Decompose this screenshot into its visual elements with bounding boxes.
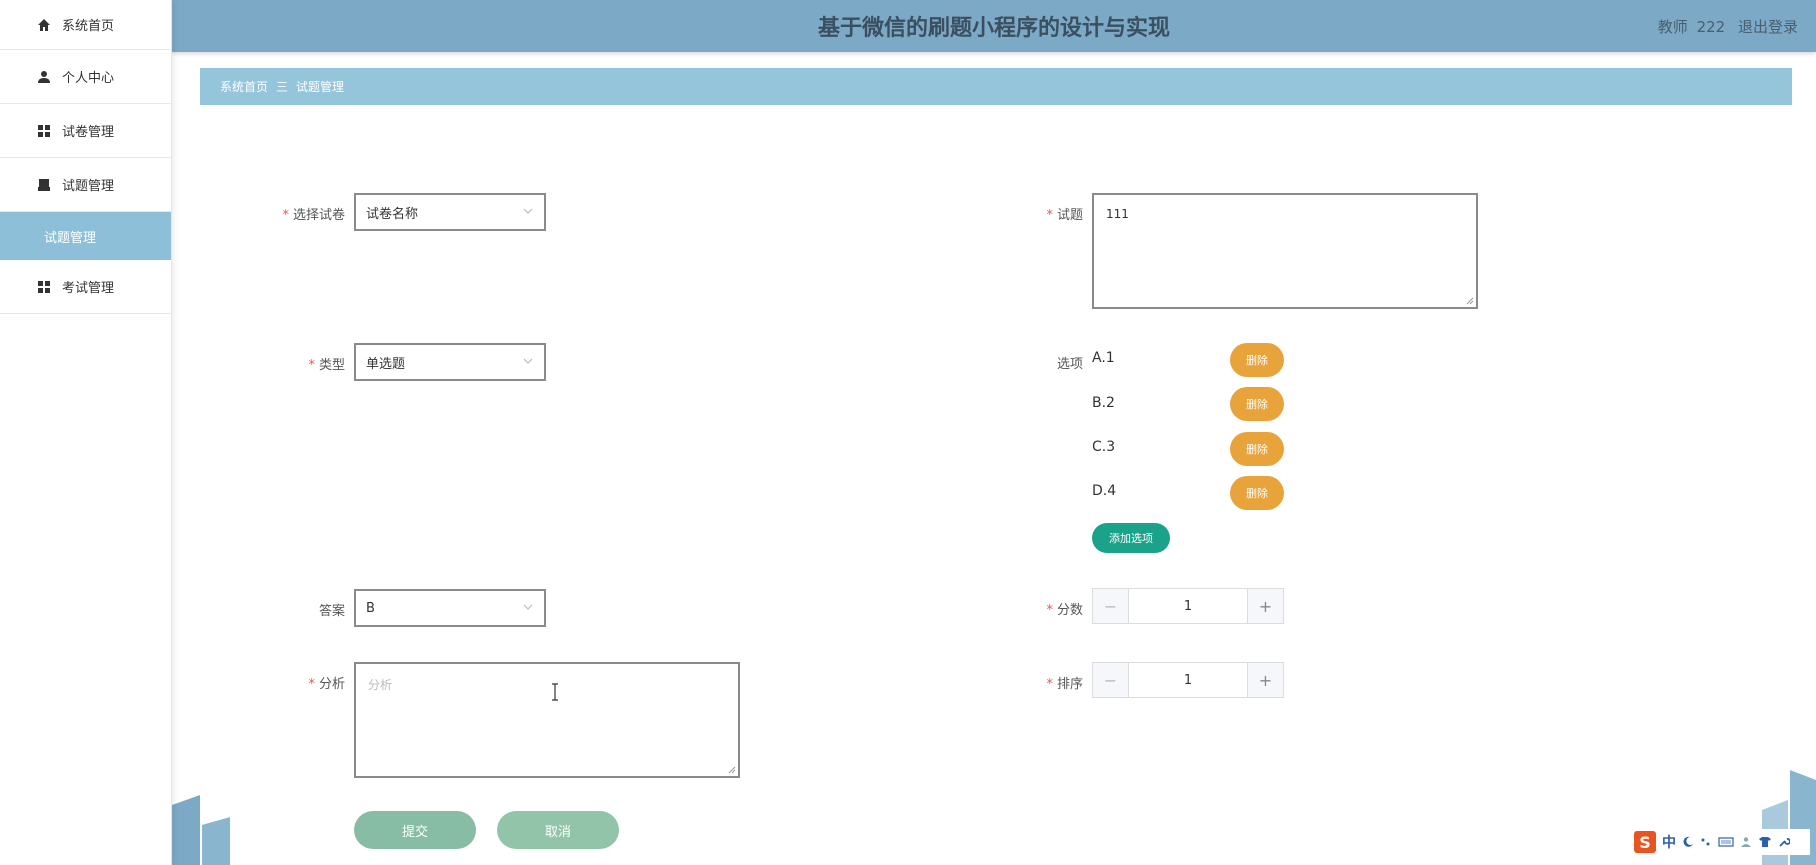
- paper-select-value: 试卷名称: [366, 206, 419, 222]
- resize-handle-icon[interactable]: [1466, 297, 1474, 305]
- order-value[interactable]: 1: [1129, 663, 1247, 697]
- breadcrumb: 系统首页 三 试题管理: [200, 68, 1792, 105]
- submit-button[interactable]: 提交: [354, 811, 476, 849]
- sidebar-item-papers[interactable]: 试卷管理: [0, 104, 171, 158]
- decrement-button[interactable]: −: [1093, 589, 1129, 623]
- sidebar-subitem-questions[interactable]: 试题管理: [0, 212, 171, 260]
- option-text: C.3: [1092, 439, 1116, 455]
- question-label: * 试题: [1046, 208, 1083, 223]
- option-text: B.2: [1092, 395, 1115, 411]
- decrement-button[interactable]: −: [1093, 663, 1129, 697]
- sidebar-item-exams[interactable]: 考试管理: [0, 260, 171, 314]
- sidebar-item-profile[interactable]: 个人中心: [0, 50, 171, 104]
- home-icon: [36, 17, 52, 33]
- chevron-down-icon: [523, 604, 533, 610]
- analysis-label: * 分析: [308, 677, 345, 692]
- chevron-down-icon: [523, 208, 533, 214]
- person-icon[interactable]: [1740, 836, 1752, 848]
- ime-logo-icon[interactable]: S: [1634, 831, 1656, 853]
- analysis-textarea[interactable]: 分析: [354, 662, 740, 778]
- wrench-icon[interactable]: [1778, 836, 1790, 848]
- options-label: 选项: [1056, 357, 1083, 372]
- question-value: 111: [1106, 207, 1129, 221]
- delete-option-button[interactable]: 删除: [1230, 476, 1284, 510]
- increment-button[interactable]: +: [1247, 589, 1283, 623]
- text-cursor-icon: [552, 683, 558, 701]
- answer-select[interactable]: B: [354, 589, 546, 627]
- user-role: 教师: [1657, 18, 1688, 36]
- sidebar-item-questions[interactable]: 试题管理: [0, 158, 171, 212]
- option-text: D.4: [1092, 483, 1117, 499]
- sidebar-item-label: 考试管理: [62, 281, 115, 296]
- printer-icon: [36, 177, 52, 193]
- score-stepper[interactable]: − 1 +: [1092, 588, 1284, 624]
- chevron-down-icon: [523, 358, 533, 364]
- type-select-value: 单选题: [366, 356, 406, 372]
- delete-option-button[interactable]: 删除: [1230, 343, 1284, 377]
- answer-select-value: B: [366, 600, 375, 616]
- top-header: 基于微信的刷题小程序的设计与实现 教师 222 退出登录: [172, 0, 1816, 52]
- sidebar-item-label: 试卷管理: [62, 125, 115, 140]
- resize-handle-icon[interactable]: [728, 766, 736, 774]
- analysis-placeholder: 分析: [368, 678, 393, 692]
- score-label: * 分数: [1046, 603, 1083, 618]
- ime-toolbar[interactable]: S 中: [1630, 829, 1810, 855]
- breadcrumb-current: 试题管理: [296, 80, 345, 94]
- grid-icon: [36, 123, 52, 139]
- logout-link[interactable]: 退出登录: [1738, 18, 1798, 36]
- question-textarea[interactable]: 111: [1092, 193, 1478, 309]
- increment-button[interactable]: +: [1247, 663, 1283, 697]
- user-area: 教师 222 退出登录: [1650, 16, 1798, 37]
- moon-icon[interactable]: [1682, 836, 1694, 848]
- cancel-button[interactable]: 取消: [497, 811, 619, 849]
- punctuation-icon[interactable]: [1700, 836, 1712, 848]
- add-option-button[interactable]: 添加选项: [1092, 523, 1170, 553]
- sidebar-item-label: 个人中心: [62, 71, 115, 86]
- order-label: * 排序: [1046, 677, 1083, 692]
- sidebar-item-label: 试题管理: [62, 179, 115, 194]
- decorative-building-shape: [172, 795, 230, 865]
- order-stepper[interactable]: − 1 +: [1092, 662, 1284, 698]
- user-icon: [36, 69, 52, 85]
- score-value[interactable]: 1: [1129, 589, 1247, 623]
- paper-select[interactable]: 试卷名称: [354, 193, 546, 231]
- paper-label: * 选择试卷: [282, 208, 345, 223]
- grid-icon: [36, 279, 52, 295]
- sidebar-item-home[interactable]: 系统首页: [0, 0, 171, 50]
- type-label: * 类型: [308, 358, 345, 373]
- delete-option-button[interactable]: 删除: [1230, 387, 1284, 421]
- type-select[interactable]: 单选题: [354, 343, 546, 381]
- delete-option-button[interactable]: 删除: [1230, 432, 1284, 466]
- option-text: A.1: [1092, 350, 1115, 366]
- answer-label: 答案: [318, 604, 345, 619]
- app-title: 基于微信的刷题小程序的设计与实现: [817, 16, 1170, 41]
- breadcrumb-home[interactable]: 系统首页: [220, 78, 268, 95]
- user-name: 222: [1696, 18, 1726, 36]
- sidebar-item-label: 系统首页: [62, 19, 115, 34]
- keyboard-icon[interactable]: [1718, 836, 1734, 848]
- shirt-icon[interactable]: [1758, 836, 1772, 848]
- breadcrumb-separator: 三: [276, 80, 289, 94]
- ime-mode[interactable]: 中: [1662, 832, 1676, 852]
- sidebar: 系统首页 个人中心 试卷管理 试题管理 试题管理 考试管理: [0, 0, 172, 865]
